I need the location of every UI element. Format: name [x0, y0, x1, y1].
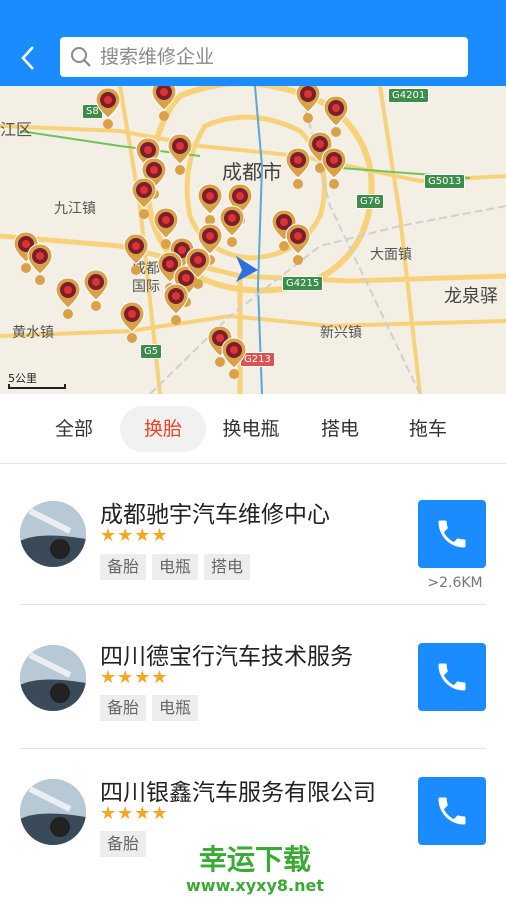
shop-name: 四川德宝行汽车技术服务 — [100, 644, 353, 670]
tab-battery-change[interactable]: 换电瓶 — [214, 406, 288, 452]
list-item[interactable]: 四川德宝行汽车技术服务 ★★★★ 备胎 电瓶 — [20, 609, 486, 749]
map-label-chengdu: 成都市 — [222, 160, 282, 184]
map-pin-icon[interactable] — [294, 86, 322, 124]
map-pin-icon[interactable] — [82, 268, 110, 312]
distance-label: >2.6KM — [427, 575, 483, 591]
map-label-district: 江区 — [0, 120, 33, 139]
phone-icon — [438, 663, 466, 691]
tab-all[interactable]: 全部 — [44, 406, 104, 452]
search-icon — [71, 47, 91, 67]
map-roads — [0, 86, 506, 394]
call-button[interactable] — [418, 500, 486, 568]
chevron-left-icon — [21, 46, 34, 70]
list-item[interactable]: 成都驰宇汽车维修中心 ★★★★ 备胎 电瓶 搭电 >2.6KM — [20, 465, 486, 605]
map-label-jiujiang: 九江镇 — [54, 201, 96, 217]
shop-avatar — [20, 779, 86, 845]
watermark: 幸运下载 www.xyxy8.net — [170, 838, 340, 895]
shop-avatar — [20, 501, 86, 567]
service-tag: 备胎 — [100, 554, 147, 580]
watermark-url: www.xyxy8.net — [186, 876, 324, 895]
map-pin-icon[interactable] — [122, 232, 150, 276]
map-label-xinxing: 新兴镇 — [320, 325, 362, 341]
rating-stars: ★★★★ — [100, 803, 169, 824]
map-label-huangshui: 黄水镇 — [12, 325, 54, 341]
map-pin-icon[interactable] — [94, 86, 122, 130]
phone-icon — [438, 520, 466, 548]
map-scale-bar — [8, 384, 66, 389]
rating-stars: ★★★★ — [100, 525, 169, 546]
tab-jump-start[interactable]: 搭电 — [310, 406, 370, 452]
map-pin-icon[interactable] — [166, 132, 194, 176]
map-pin-icon[interactable] — [54, 276, 82, 320]
service-tag: 备胎 — [100, 695, 147, 721]
shop-avatar — [20, 645, 86, 711]
search-input[interactable] — [100, 46, 440, 68]
call-button[interactable] — [418, 777, 486, 845]
tab-tire-change[interactable]: 换胎 — [120, 406, 206, 452]
service-tag: 电瓶 — [152, 695, 199, 721]
service-tag: 电瓶 — [152, 554, 199, 580]
shop-name: 四川银鑫汽车服务有限公司 — [100, 780, 376, 806]
service-filter-tabs: 全部 换胎 换电瓶 搭电 拖车 — [0, 394, 506, 464]
map-pin-icon[interactable] — [118, 300, 146, 344]
map-label-dami: 大面镇 — [370, 247, 412, 263]
shop-name: 成都驰宇汽车维修中心 — [100, 502, 330, 528]
service-tag: 备胎 — [100, 831, 147, 857]
service-tags: 备胎 电瓶 — [100, 695, 199, 721]
road-tag-g4215: G4215 — [282, 276, 324, 291]
back-button[interactable] — [12, 40, 44, 76]
map-pin-icon[interactable] — [26, 242, 54, 286]
rating-stars: ★★★★ — [100, 667, 169, 688]
road-tag-g5: G5 — [140, 344, 163, 359]
road-tag-g5013: G5013 — [424, 174, 466, 189]
road-tag-g76: G76 — [356, 194, 385, 209]
search-bar[interactable] — [60, 37, 468, 77]
service-tag: 搭电 — [204, 554, 251, 580]
map-pin-icon[interactable] — [162, 282, 190, 326]
map-pin-icon[interactable] — [284, 222, 312, 266]
map-pin-icon[interactable] — [150, 86, 178, 122]
map-view[interactable]: 成都市 九江镇 大面镇 龙泉驿 黄水镇 新兴镇 江区 成都 国际 S8 G420… — [0, 86, 506, 394]
service-tags: 备胎 — [100, 831, 147, 857]
watermark-title: 幸运下载 — [198, 843, 311, 876]
map-pin-icon[interactable] — [220, 336, 248, 380]
service-tags: 备胎 电瓶 搭电 — [100, 554, 251, 580]
call-button[interactable] — [418, 643, 486, 711]
tab-towing[interactable]: 拖车 — [398, 406, 458, 452]
map-label-longquan: 龙泉驿 — [444, 286, 498, 307]
phone-icon — [438, 797, 466, 825]
map-pin-icon[interactable] — [320, 146, 348, 190]
road-tag-g4201: G4201 — [388, 88, 430, 103]
map-pin-icon[interactable] — [284, 146, 312, 190]
top-app-bar — [0, 0, 506, 86]
